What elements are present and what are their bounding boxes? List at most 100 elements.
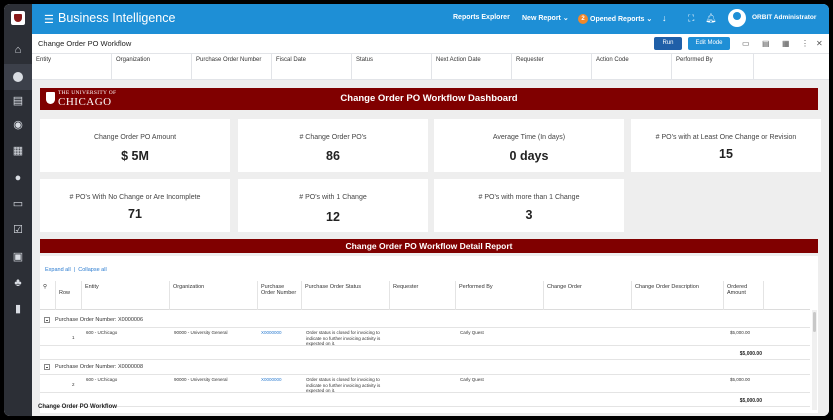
col-po-number[interactable]: Purchase Order Number bbox=[258, 281, 302, 310]
kpi-value: 0 days bbox=[509, 149, 549, 163]
kpi-label: Change Order PO Amount bbox=[93, 134, 177, 141]
filter-action-code[interactable]: Action Code bbox=[592, 54, 672, 80]
collapse-icon[interactable] bbox=[44, 364, 50, 370]
col-change-order-description[interactable]: Change Order Description bbox=[632, 281, 724, 310]
save-icon[interactable]: ▦ bbox=[782, 39, 790, 48]
avatar[interactable] bbox=[728, 9, 746, 27]
cell-po-link[interactable]: X0000000 bbox=[261, 330, 282, 336]
kpi-card-change-order-count: # Change Order PO's 86 bbox=[238, 119, 428, 172]
kpi-value: $ 5M bbox=[121, 149, 149, 163]
kpi-card-amount: Change Order PO Amount $ 5M bbox=[40, 119, 230, 172]
col-organization[interactable]: Organization bbox=[170, 281, 258, 310]
kpi-card-more-than-one-change: # PO's with more than 1 Change 3 bbox=[434, 179, 624, 232]
chevron-down-icon: ⌄ bbox=[646, 15, 653, 23]
left-nav: ⌂ ▤ ◉ ▦ ● ▭ ☑ ▣ ♣ ▮ bbox=[4, 4, 32, 416]
collapse-icon[interactable] bbox=[44, 317, 50, 323]
cell-performed-by: Carly Quest bbox=[460, 330, 484, 335]
chevron-down-icon: ⌄ bbox=[562, 15, 569, 22]
opened-count-badge: 2 bbox=[578, 14, 588, 24]
group-header[interactable]: Purchase Order Number: X0000008 bbox=[40, 361, 810, 373]
chart-icon[interactable]: ▦ bbox=[11, 144, 25, 158]
app-window: ⌂ ▤ ◉ ▦ ● ▭ ☑ ▣ ♣ ▮ ☰ Business Intellige… bbox=[4, 4, 829, 416]
kpi-label: # PO's with at Least One Change or Revis… bbox=[655, 134, 797, 141]
analytics-icon[interactable]: ◉ bbox=[11, 118, 25, 132]
kpi-card-no-change: # PO's With No Change or Are Incomplete … bbox=[40, 179, 230, 232]
table-row[interactable]: 1 600 - UChicago 90000 - University Gene… bbox=[40, 327, 810, 346]
col-change-order[interactable]: Change Order bbox=[544, 281, 632, 310]
fullscreen-icon[interactable]: ⛶ bbox=[688, 13, 694, 24]
cell-po-link[interactable]: X0000000 bbox=[261, 377, 282, 383]
new-report-menu[interactable]: New Report ⌄ bbox=[522, 14, 569, 22]
new-report-label: New Report bbox=[522, 15, 561, 22]
user-name[interactable]: ORBIT Administrator bbox=[752, 14, 816, 21]
kpi-value: 71 bbox=[128, 207, 142, 221]
reports-explorer-link[interactable]: Reports Explorer bbox=[453, 14, 510, 21]
kpi-label: Average Time (In days) bbox=[492, 134, 566, 141]
col-entity[interactable]: Entity bbox=[82, 281, 170, 310]
users-icon[interactable]: ● bbox=[11, 171, 25, 185]
opened-reports-label: Opened Reports bbox=[590, 15, 645, 23]
group-header[interactable]: Purchase Order Number: X0000006 bbox=[40, 314, 810, 326]
run-button[interactable]: Run bbox=[654, 37, 682, 50]
grid-header: ⚲ Row Entity Organization Purchase Order… bbox=[40, 281, 810, 310]
bell-icon[interactable]: 🔔︎ bbox=[705, 13, 716, 24]
download-icon[interactable]: ↓ bbox=[662, 13, 667, 23]
filter-next-action-date[interactable]: Next Action Date bbox=[432, 54, 512, 80]
print-icon[interactable]: ▤ bbox=[762, 39, 770, 48]
cell-performed-by: Carly Quest bbox=[460, 377, 484, 382]
collapse-all-link[interactable]: Collapse all bbox=[78, 267, 106, 273]
detail-report-title: Change Order PO Workflow Detail Report bbox=[40, 239, 818, 253]
export-icon[interactable]: ▭ bbox=[742, 39, 750, 48]
reports-icon[interactable]: ▤ bbox=[11, 94, 25, 108]
run-label: Run bbox=[662, 40, 674, 46]
kpi-label: # PO's With No Change or Are Incomplete bbox=[69, 194, 201, 201]
cell-entity: 600 - UChicago bbox=[86, 377, 118, 382]
table-row[interactable]: 2 600 - UChicago 90000 - University Gene… bbox=[40, 374, 810, 393]
kpi-card-average-time: Average Time (In days) 0 days bbox=[434, 119, 624, 172]
filter-requester[interactable]: Requester bbox=[512, 54, 592, 80]
kpi-label: # Change Order PO's bbox=[299, 134, 367, 141]
col-po-status[interactable]: Purchase Order Status bbox=[302, 281, 390, 310]
grid-scrollbar[interactable] bbox=[812, 310, 817, 410]
top-bar: ☰ Business Intelligence Reports Explorer… bbox=[32, 4, 829, 34]
kpi-card-at-least-one-change: # PO's with at Least One Change or Revis… bbox=[631, 119, 821, 172]
col-performed-by[interactable]: Performed By bbox=[456, 281, 544, 310]
report-title: Change Order PO Workflow bbox=[38, 39, 132, 48]
group-label: Purchase Order Number: X0000006 bbox=[55, 317, 144, 323]
schedule-icon[interactable]: ▣ bbox=[11, 250, 25, 264]
storage-icon[interactable]: ▮ bbox=[11, 302, 25, 316]
kpi-value: 3 bbox=[525, 208, 533, 222]
kpi-label: # PO's with more than 1 Change bbox=[478, 194, 580, 201]
tasks-icon[interactable]: ☑ bbox=[11, 223, 25, 237]
filter-icon[interactable]: ⚲ bbox=[40, 281, 56, 310]
col-ordered-amount[interactable]: Ordered Amount bbox=[724, 281, 764, 310]
cell-entity: 600 - UChicago bbox=[86, 330, 118, 335]
monitor-icon[interactable]: ▭ bbox=[11, 197, 25, 211]
filter-performed-by[interactable]: Performed By bbox=[672, 54, 754, 80]
cell-po-status: Order status is closed for invoicing to … bbox=[306, 377, 381, 393]
detail-grid: Expand all | Collapse all ⚲ Row Entity O… bbox=[40, 256, 818, 413]
dashboard-title: Change Order PO Workflow Dashboard bbox=[340, 93, 518, 104]
cell-ordered-amount: $5,000.00 bbox=[730, 330, 751, 335]
app-title: Business Intelligence bbox=[58, 11, 176, 25]
dashboard-banner: THE UNIVERSITY OF CHICAGO Change Order P… bbox=[40, 88, 818, 110]
kpi-label: # PO's with 1 Change bbox=[299, 194, 367, 201]
subtotal-value: $5,000.00 bbox=[739, 398, 762, 404]
close-icon[interactable]: ✕ bbox=[816, 39, 823, 48]
col-requester[interactable]: Requester bbox=[390, 281, 456, 310]
dashboard-icon[interactable] bbox=[4, 64, 32, 90]
col-row[interactable]: Row bbox=[56, 281, 82, 310]
filter-organization[interactable]: Organization bbox=[112, 54, 192, 80]
more-icon[interactable]: ⋮ bbox=[801, 39, 809, 48]
filter-entity[interactable]: Entity bbox=[32, 54, 112, 80]
filter-po-number[interactable]: Purchase Order Number bbox=[192, 54, 272, 80]
menu-icon[interactable]: ☰ bbox=[44, 13, 54, 26]
expand-all-link[interactable]: Expand all bbox=[45, 267, 71, 273]
filter-status[interactable]: Status bbox=[352, 54, 432, 80]
edit-mode-button[interactable]: Edit Mode bbox=[688, 37, 730, 50]
opened-reports-menu[interactable]: 2 Opened Reports ⌄ bbox=[578, 14, 652, 24]
filter-fiscal-date[interactable]: Fiscal Date bbox=[272, 54, 352, 80]
kpi-value: 12 bbox=[326, 210, 340, 224]
groups-icon[interactable]: ♣ bbox=[11, 276, 25, 290]
home-icon[interactable]: ⌂ bbox=[11, 43, 25, 57]
